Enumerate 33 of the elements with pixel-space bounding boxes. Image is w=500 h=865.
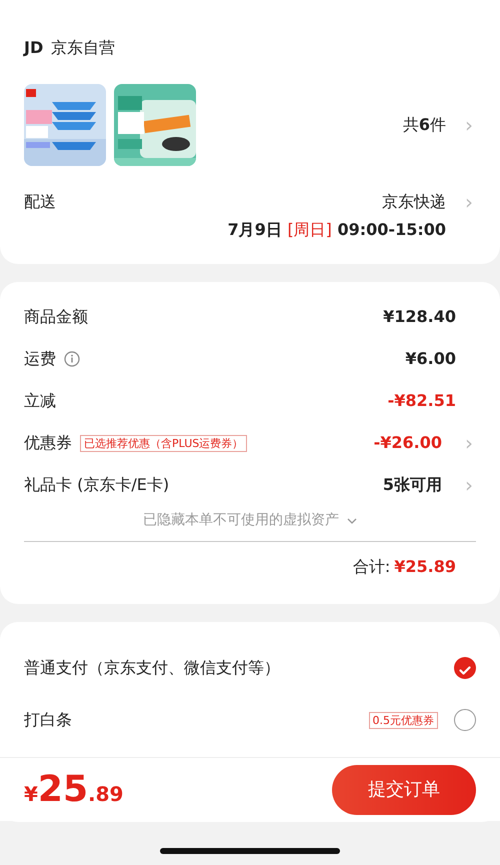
- total-label: 合计:: [352, 556, 390, 578]
- chevron-down-icon[interactable]: [347, 518, 357, 524]
- radio-button[interactable]: [454, 709, 476, 731]
- delivery-method: 京东快递: [382, 191, 446, 213]
- jd-logo: JD: [24, 37, 44, 59]
- payment-label: 打白条: [24, 709, 72, 731]
- item-count: 共6件: [402, 114, 446, 136]
- promo-tag: 0.5元优惠券: [368, 712, 438, 728]
- row-value: -¥26.00: [374, 432, 442, 454]
- radio-button[interactable]: [454, 657, 476, 679]
- total-price: ¥25.89: [24, 768, 124, 812]
- row-value: ¥6.00: [405, 348, 456, 370]
- hidden-assets-note: 已隐藏本单不可使用的虚拟资产: [143, 511, 339, 530]
- shop-name: 京东自营: [51, 37, 116, 59]
- row-value: ¥128.40: [383, 306, 456, 328]
- row-label: 商品金额: [24, 306, 88, 328]
- chevron-icon[interactable]: ›: [462, 192, 476, 212]
- submit-order-button[interactable]: 提交订单: [332, 764, 476, 814]
- chevron-icon[interactable]: ›: [462, 433, 476, 453]
- promo-tag: 已选推荐优惠（含PLUS运费券）: [80, 434, 248, 452]
- row-label: 立减: [24, 390, 56, 412]
- row-value: 5张可用: [382, 474, 442, 496]
- chevron-icon[interactable]: ›: [462, 115, 476, 135]
- info-icon[interactable]: [64, 351, 80, 367]
- delivery-time: 7月9日 [周日] 09:00-15:00: [228, 219, 446, 241]
- row-label: 礼品卡 (京东卡/E卡): [24, 474, 170, 496]
- row-label: 运费: [24, 348, 56, 370]
- payment-label: 普通支付（京东支付、微信支付等）: [24, 657, 280, 679]
- chevron-icon[interactable]: ›: [462, 475, 476, 495]
- total-value: ¥25.89: [394, 556, 456, 578]
- row-label: 优惠券: [24, 432, 72, 454]
- row-value: -¥82.51: [388, 390, 456, 412]
- delivery-label: 配送: [24, 191, 56, 213]
